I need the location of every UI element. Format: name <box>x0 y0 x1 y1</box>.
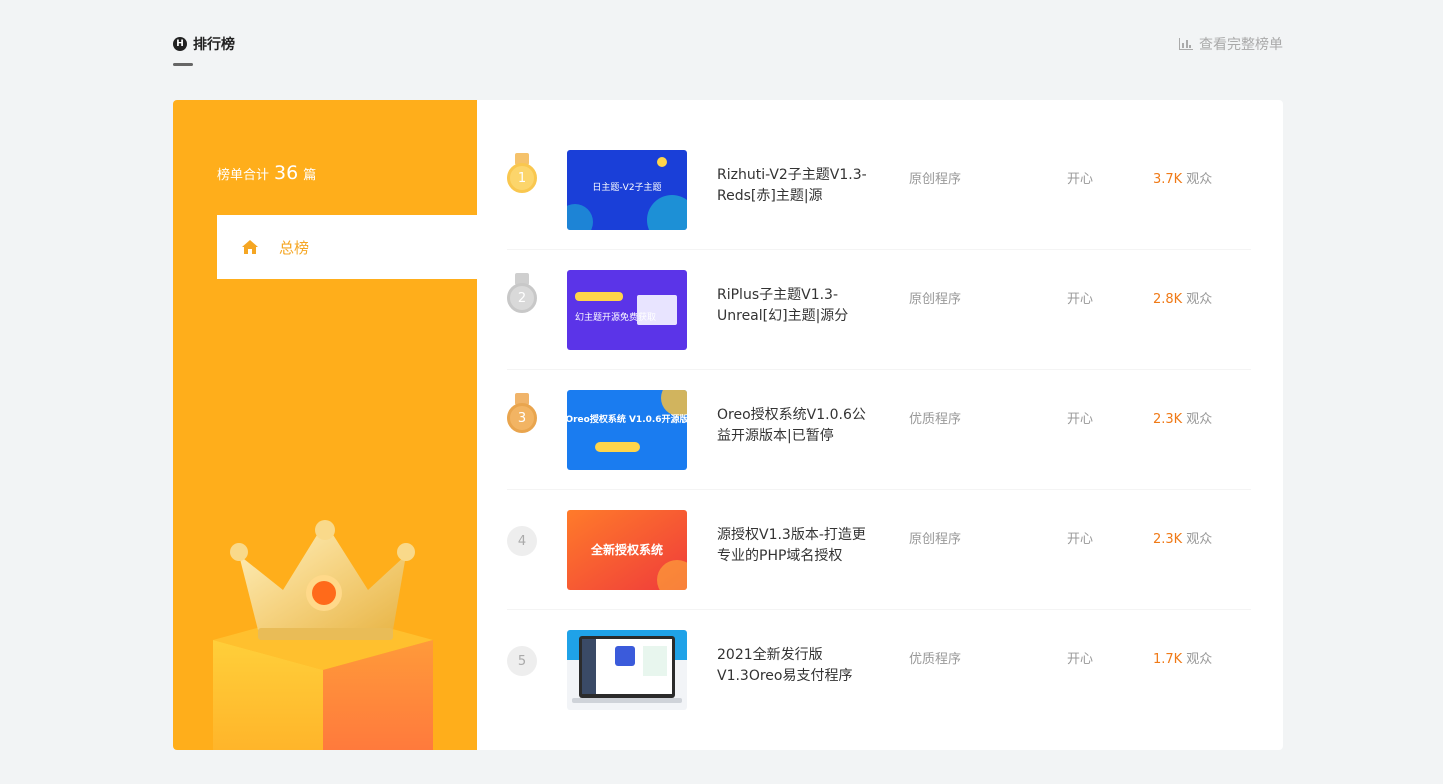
views-count: 2.8K <box>1153 292 1183 307</box>
view-full-ranking-link[interactable]: 查看完整榜单 <box>1179 34 1283 54</box>
table-row: 5 2021全新发行版V1.3Oreo易支付程序 优质程序 开心 1.7K 观众 <box>507 610 1251 730</box>
table-row: 1 日主题-V2子主题 Rizhuti-V2子主题V1.3-Reds[赤]主题|… <box>507 130 1251 250</box>
views-unit: 观众 <box>1186 532 1213 547</box>
views-unit: 观众 <box>1186 652 1213 667</box>
post-title-link[interactable]: 2021全新发行版V1.3Oreo易支付程序 <box>717 645 867 687</box>
post-views: 2.3K 观众 <box>1153 528 1212 547</box>
total-count: 36 <box>274 162 299 184</box>
post-title-link[interactable]: Oreo授权系统V1.0.6公益开源版本|已暂停 <box>717 405 867 447</box>
rank-number: 5 <box>507 646 537 676</box>
thumbnail-text: Oreo授权系统 V1.0.6开源版 <box>567 413 687 425</box>
post-author[interactable]: 开心 <box>1067 528 1093 547</box>
thumbnail-text: 全新授权系统 <box>590 542 663 557</box>
rank-number: 2 <box>507 283 537 313</box>
section-header: H 排行榜 查看完整榜单 <box>173 34 1283 68</box>
gold-medal-icon: 1 <box>507 153 537 193</box>
total-count-line: 榜单合计 36 篇 <box>217 162 316 184</box>
rank-number: 1 <box>507 163 537 193</box>
views-unit: 观众 <box>1186 292 1213 307</box>
logo-icon: H <box>173 37 187 51</box>
tab-overall-label: 总榜 <box>279 238 310 257</box>
table-row: 2 幻主题开源免费获取 RiPlus子主题V1.3-Unreal[幻]主题|源分… <box>507 250 1251 370</box>
post-views: 2.8K 观众 <box>1153 288 1212 307</box>
post-views: 1.7K 观众 <box>1153 648 1212 667</box>
post-category[interactable]: 优质程序 <box>909 648 961 667</box>
post-author[interactable]: 开心 <box>1067 648 1093 667</box>
post-author[interactable]: 开心 <box>1067 288 1093 307</box>
bar-chart-icon <box>1179 38 1193 50</box>
post-title-link[interactable]: RiPlus子主题V1.3-Unreal[幻]主题|源分 <box>717 285 867 327</box>
post-category[interactable]: 原创程序 <box>909 168 961 187</box>
bronze-medal-icon: 3 <box>507 393 537 433</box>
post-views: 3.7K 观众 <box>1153 168 1212 187</box>
post-author[interactable]: 开心 <box>1067 408 1093 427</box>
ranking-sidebar: 榜单合计 36 篇 总榜 <box>173 100 477 750</box>
title-underline <box>173 63 193 66</box>
views-count: 2.3K <box>1153 532 1183 547</box>
tab-overall-ranking[interactable]: 总榜 <box>217 215 477 279</box>
total-suffix: 篇 <box>303 168 317 183</box>
post-thumbnail[interactable]: Oreo授权系统 V1.0.6开源版 <box>567 390 687 470</box>
post-thumbnail[interactable]: 全新授权系统 <box>567 510 687 590</box>
thumbnail-text: 日主题-V2子主题 <box>592 181 661 193</box>
post-thumbnail[interactable]: 幻主题开源免费获取 <box>567 270 687 350</box>
section-title: H 排行榜 <box>173 34 235 54</box>
ranking-list: 1 日主题-V2子主题 Rizhuti-V2子主题V1.3-Reds[赤]主题|… <box>507 130 1251 730</box>
views-count: 1.7K <box>1153 652 1183 667</box>
table-row: 3 Oreo授权系统 V1.0.6开源版 Oreo授权系统V1.0.6公益开源版… <box>507 370 1251 490</box>
post-thumbnail[interactable]: 日主题-V2子主题 <box>567 150 687 230</box>
post-views: 2.3K 观众 <box>1153 408 1212 427</box>
views-unit: 观众 <box>1186 172 1213 187</box>
silver-medal-icon: 2 <box>507 273 537 313</box>
post-author[interactable]: 开心 <box>1067 168 1093 187</box>
crown-illustration <box>213 520 433 750</box>
thumbnail-text: 幻主题开源免费获取 <box>575 311 656 323</box>
views-count: 2.3K <box>1153 412 1183 427</box>
post-category[interactable]: 优质程序 <box>909 408 961 427</box>
views-unit: 观众 <box>1186 412 1213 427</box>
home-icon <box>242 240 258 254</box>
views-count: 3.7K <box>1153 172 1183 187</box>
total-prefix: 榜单合计 <box>217 168 270 183</box>
page-title: 排行榜 <box>193 37 235 53</box>
ranking-card: 榜单合计 36 篇 总榜 1 日主题-V2子主题 Rizhuti-V2子主题V1… <box>173 100 1283 750</box>
rank-number: 4 <box>507 526 537 556</box>
rank-number: 3 <box>507 403 537 433</box>
post-title-link[interactable]: 源授权V1.3版本-打造更专业的PHP域名授权 <box>717 525 867 567</box>
post-thumbnail[interactable] <box>567 630 687 710</box>
post-title-link[interactable]: Rizhuti-V2子主题V1.3-Reds[赤]主题|源 <box>717 165 867 207</box>
post-category[interactable]: 原创程序 <box>909 528 961 547</box>
post-category[interactable]: 原创程序 <box>909 288 961 307</box>
table-row: 4 全新授权系统 源授权V1.3版本-打造更专业的PHP域名授权 原创程序 开心… <box>507 490 1251 610</box>
view-full-ranking-label: 查看完整榜单 <box>1199 37 1283 53</box>
